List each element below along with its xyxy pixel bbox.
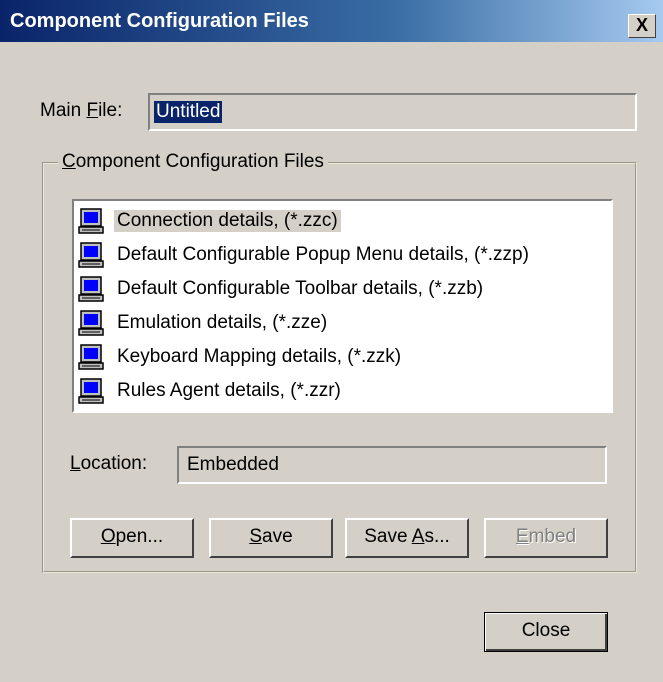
location-label: Location: bbox=[70, 453, 148, 474]
list-item[interactable]: Default Configurable Popup Menu details,… bbox=[74, 238, 611, 272]
component-files-list[interactable]: Connection details, (*.zzc) Default Confi… bbox=[72, 199, 613, 413]
close-button[interactable]: Close bbox=[484, 612, 608, 652]
location-field: Embedded bbox=[177, 446, 607, 484]
main-file-label: Main File: bbox=[40, 100, 123, 121]
list-item-label: Keyboard Mapping details, (*.zzk) bbox=[117, 346, 402, 367]
main-file-field[interactable]: Untitled bbox=[148, 93, 637, 131]
computer-icon bbox=[78, 378, 104, 404]
window-frame bbox=[0, 42, 8, 682]
list-item[interactable]: Default Configurable Toolbar details, (*… bbox=[74, 272, 611, 306]
save-as-button[interactable]: Save As... bbox=[345, 518, 469, 558]
list-item-label: Emulation details, (*.zze) bbox=[117, 312, 328, 333]
list-item-label: Connection details, (*.zzc) bbox=[114, 210, 341, 232]
group-legend: Component Configuration Files bbox=[58, 151, 328, 173]
computer-icon bbox=[78, 208, 104, 234]
list-item[interactable]: Rules Agent details, (*.zzr) bbox=[74, 374, 611, 408]
open-button[interactable]: Open... bbox=[70, 518, 194, 558]
title-bar: Component Configuration Files X bbox=[0, 0, 663, 42]
main-file-value: Untitled bbox=[154, 101, 223, 123]
location-value: Embedded bbox=[187, 454, 279, 475]
window-title: Component Configuration Files bbox=[10, 10, 309, 32]
save-button[interactable]: Save bbox=[209, 518, 333, 558]
list-item[interactable]: Connection details, (*.zzc) bbox=[74, 204, 611, 238]
list-item-label: Rules Agent details, (*.zzr) bbox=[117, 380, 341, 401]
computer-icon bbox=[78, 310, 104, 336]
embed-button[interactable]: Embed bbox=[484, 518, 608, 558]
list-item[interactable]: Keyboard Mapping details, (*.zzk) bbox=[74, 340, 611, 374]
computer-icon bbox=[78, 276, 104, 302]
close-icon[interactable]: X bbox=[628, 14, 656, 38]
computer-icon bbox=[78, 344, 104, 370]
computer-icon bbox=[78, 242, 104, 268]
list-item-label: Default Configurable Toolbar details, (*… bbox=[117, 278, 484, 299]
list-item[interactable]: Emulation details, (*.zze) bbox=[74, 306, 611, 340]
list-item-label: Default Configurable Popup Menu details,… bbox=[117, 244, 529, 265]
